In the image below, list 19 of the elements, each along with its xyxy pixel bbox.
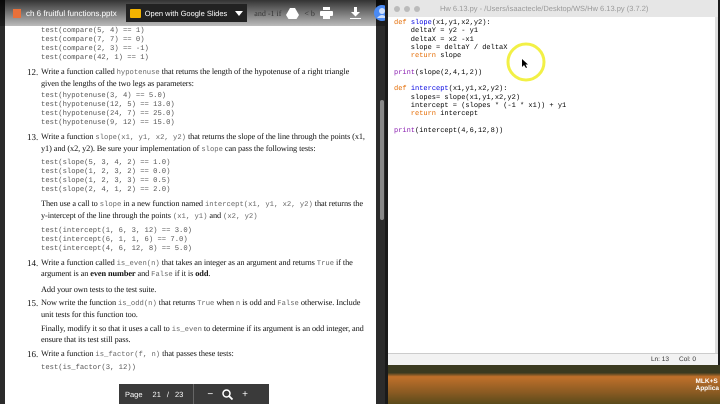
dropdown-caret-icon[interactable] (231, 4, 248, 22)
item-number: 15. (27, 298, 38, 310)
scrollbar[interactable] (380, 100, 384, 220)
print-icon[interactable] (320, 7, 333, 19)
slides-icon (130, 8, 141, 18)
mouse-pointer-icon (522, 59, 528, 68)
zoom-out-button[interactable]: − (204, 388, 216, 400)
item-number: 13. (27, 132, 38, 144)
item-number: 16. (27, 348, 38, 360)
zoom-in-button[interactable]: + (239, 388, 251, 400)
item-number: 14. (27, 258, 38, 270)
file-name: ch 6 fruitful functions.pptx (26, 8, 117, 18)
download-icon[interactable] (350, 7, 361, 19)
cursor-highlight-ring (506, 42, 546, 82)
paragraph: Add your own tests to the test suite. (41, 284, 158, 294)
zoom-icon[interactable] (222, 388, 234, 400)
document-text-fragment: < b (304, 8, 315, 18)
document-text-fragment: and -1 if (254, 8, 282, 18)
item-number: 12. (27, 67, 38, 79)
